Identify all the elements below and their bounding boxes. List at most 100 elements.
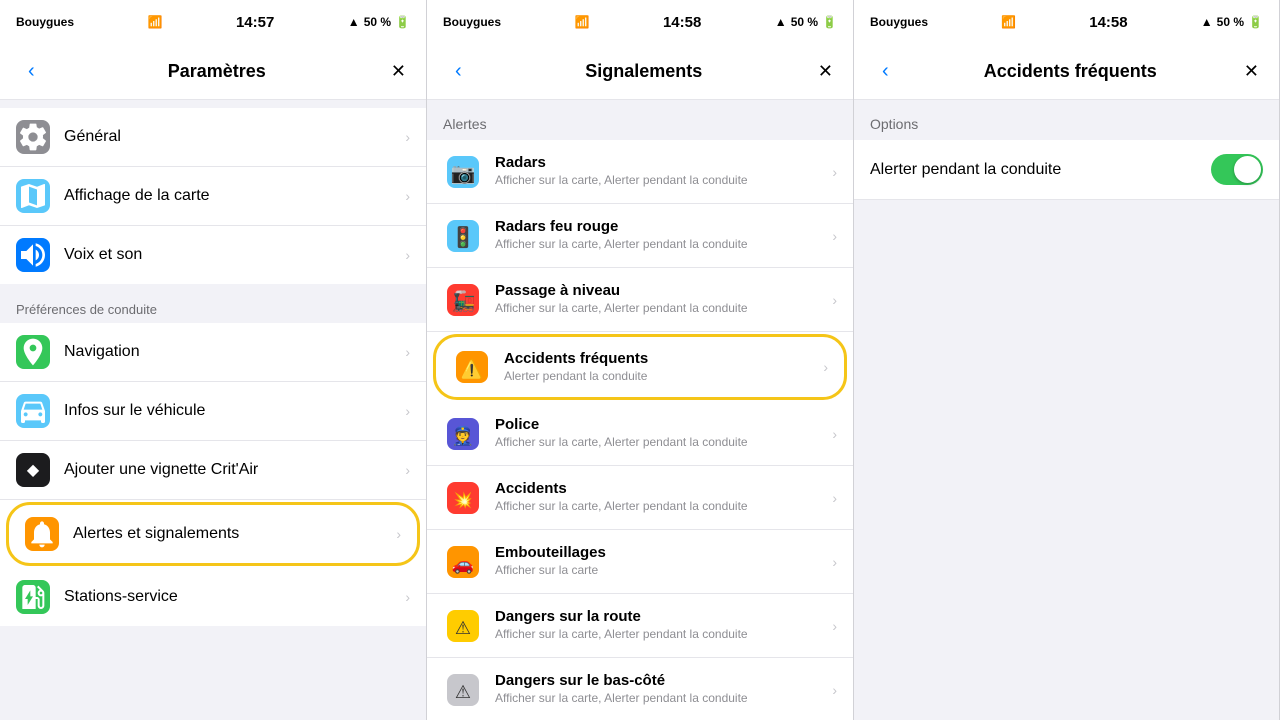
dangers-bas-title: Dangers sur le bas-côté	[495, 672, 832, 689]
svg-text:🚦: 🚦	[451, 225, 476, 249]
passage-subtitle: Afficher sur la carte, Alerter pendant l…	[495, 301, 832, 317]
embouteillages-text: Embouteillages Afficher sur la carte	[495, 544, 832, 579]
time-1: 14:57	[236, 14, 274, 31]
chevron-accidents: ›	[832, 490, 837, 506]
carrier-1: Bouygues	[16, 15, 74, 29]
svg-text:⚠: ⚠	[455, 618, 471, 638]
chevron-passage: ›	[832, 292, 837, 308]
chevron-alerts: ›	[396, 526, 401, 542]
wifi-icon-2: 📶	[575, 15, 590, 29]
svg-text:📷: 📷	[451, 163, 476, 185]
vehicle-title: Infos sur le véhicule	[64, 402, 397, 420]
general-title: Général	[64, 128, 397, 146]
alerter-toggle[interactable]	[1211, 154, 1263, 185]
radars-feu-subtitle: Afficher sur la carte, Alerter pendant l…	[495, 237, 832, 253]
radar-feu-icon: 🚦	[443, 216, 483, 256]
chevron-navigation: ›	[405, 344, 410, 360]
chevron-dangers-bas: ›	[832, 682, 837, 698]
passage-text: Passage à niveau Afficher sur la carte, …	[495, 282, 832, 317]
alert-item-dangers-bas[interactable]: ⚠ Dangers sur le bas-côté Afficher sur l…	[427, 658, 853, 720]
panel-signalements: Bouygues 📶 14:58 ▲ 50 % 🔋 ‹ Signalements…	[427, 0, 854, 720]
status-bar-1: Bouygues 📶 14:57 ▲ 50 % 🔋	[0, 0, 426, 44]
list-item-navigation[interactable]: Navigation ›	[0, 323, 426, 382]
back-button-2[interactable]: ‹	[447, 56, 470, 87]
alert-item-embouteillages[interactable]: 🚗 Embouteillages Afficher sur la carte ›	[427, 530, 853, 594]
wifi-icon-1: 📶	[148, 15, 163, 29]
vignette-title: Ajouter une vignette Crit'Air	[64, 461, 397, 479]
options-header: Options	[854, 100, 1279, 140]
back-button-1[interactable]: ‹	[20, 56, 43, 87]
indicators-1: ▲ 50 % 🔋	[348, 15, 410, 29]
radars-feu-text: Radars feu rouge Afficher sur la carte, …	[495, 218, 832, 253]
alertes-header: Alertes	[427, 100, 853, 140]
wifi-icon-3: 📶	[1001, 15, 1016, 29]
navigation-text: Navigation	[64, 343, 397, 361]
alert-item-accidents-freq[interactable]: ⚠️ Accidents fréquents Alerter pendant l…	[433, 334, 847, 400]
dangers-bas-icon: ⚠	[443, 670, 483, 710]
svg-text:🚗: 🚗	[452, 554, 474, 574]
list-item-voice[interactable]: Voix et son ›	[0, 226, 426, 284]
accidents-icon: 💥	[443, 478, 483, 518]
alert-item-accidents[interactable]: 💥 Accidents Afficher sur la carte, Alert…	[427, 466, 853, 530]
list-item-stations[interactable]: Stations-service ›	[0, 568, 426, 626]
panel-parametres: Bouygues 📶 14:57 ▲ 50 % 🔋 ‹ Paramètres ✕	[0, 0, 427, 720]
signalements-list: 📷 Radars Afficher sur la carte, Alerter …	[427, 140, 853, 720]
battery-label-1: 50 %	[364, 15, 391, 29]
vehicle-icon	[16, 394, 50, 428]
battery-icon-3: 🔋	[1248, 15, 1263, 29]
chevron-map: ›	[405, 188, 410, 204]
dangers-route-text: Dangers sur la route Afficher sur la car…	[495, 608, 832, 643]
back-button-3[interactable]: ‹	[874, 56, 897, 87]
dangers-route-icon: ⚠	[443, 606, 483, 646]
passage-title: Passage à niveau	[495, 282, 832, 299]
chevron-dangers-route: ›	[832, 618, 837, 634]
accidents-subtitle: Afficher sur la carte, Alerter pendant l…	[495, 499, 832, 515]
battery-icon-2: 🔋	[822, 15, 837, 29]
dangers-route-subtitle: Afficher sur la carte, Alerter pendant l…	[495, 627, 832, 643]
location-icon-2: ▲	[775, 15, 787, 29]
stations-text: Stations-service	[64, 588, 397, 606]
nav-title-2: Signalements	[585, 61, 702, 82]
embouteillages-subtitle: Afficher sur la carte	[495, 563, 832, 579]
close-button-2[interactable]: ✕	[818, 61, 833, 82]
alert-item-dangers-route[interactable]: ⚠ Dangers sur la route Afficher sur la c…	[427, 594, 853, 658]
close-button-1[interactable]: ✕	[391, 61, 406, 82]
accidents-freq-title: Accidents fréquents	[504, 350, 823, 367]
alert-item-radars[interactable]: 📷 Radars Afficher sur la carte, Alerter …	[427, 140, 853, 204]
panel-accidents-frequents: Bouygues 📶 14:58 ▲ 50 % 🔋 ‹ Accidents fr…	[854, 0, 1280, 720]
svg-text:💥: 💥	[452, 489, 474, 511]
section-driving: Navigation › Infos sur le véhicule › ◆	[0, 323, 426, 626]
radars-text: Radars Afficher sur la carte, Alerter pe…	[495, 154, 832, 189]
status-bar-3: Bouygues 📶 14:58 ▲ 50 % 🔋	[854, 0, 1279, 44]
vignette-icon: ◆	[16, 453, 50, 487]
accidents-freq-icon: ⚠️	[452, 347, 492, 387]
close-button-3[interactable]: ✕	[1244, 61, 1259, 82]
chevron-accidents-freq: ›	[823, 359, 828, 375]
list-item-general[interactable]: Général ›	[0, 108, 426, 167]
alerts-text: Alertes et signalements	[73, 525, 388, 543]
carrier-3: Bouygues	[870, 15, 928, 29]
radar-icon: 📷	[443, 152, 483, 192]
accidents-freq-wrapper: ⚠️ Accidents fréquents Alerter pendant l…	[427, 334, 853, 400]
accidents-text: Accidents Afficher sur la carte, Alerter…	[495, 480, 832, 515]
alert-item-police[interactable]: 👮 Police Afficher sur la carte, Alerter …	[427, 402, 853, 466]
police-title: Police	[495, 416, 832, 433]
alert-item-radars-feu[interactable]: 🚦 Radars feu rouge Afficher sur la carte…	[427, 204, 853, 268]
list-item-map[interactable]: Affichage de la carte ›	[0, 167, 426, 226]
battery-label-2: 50 %	[791, 15, 818, 29]
chevron-police: ›	[832, 426, 837, 442]
time-3: 14:58	[1089, 14, 1127, 31]
embouteillages-title: Embouteillages	[495, 544, 832, 561]
general-text: Général	[64, 128, 397, 146]
alert-item-passage[interactable]: 🚂 Passage à niveau Afficher sur la carte…	[427, 268, 853, 332]
accidents-freq-subtitle: Alerter pendant la conduite	[504, 369, 823, 385]
chevron-general: ›	[405, 129, 410, 145]
parametres-list: Général › Affichage de la carte ›	[0, 100, 426, 720]
section-general: Général › Affichage de la carte ›	[0, 108, 426, 284]
time-2: 14:58	[663, 14, 701, 31]
list-item-vehicle[interactable]: Infos sur le véhicule ›	[0, 382, 426, 441]
list-item-vignette[interactable]: ◆ Ajouter une vignette Crit'Air ›	[0, 441, 426, 500]
chevron-radars-feu: ›	[832, 228, 837, 244]
list-item-alerts[interactable]: Alertes et signalements ›	[6, 502, 420, 566]
svg-text:👮: 👮	[452, 425, 474, 446]
